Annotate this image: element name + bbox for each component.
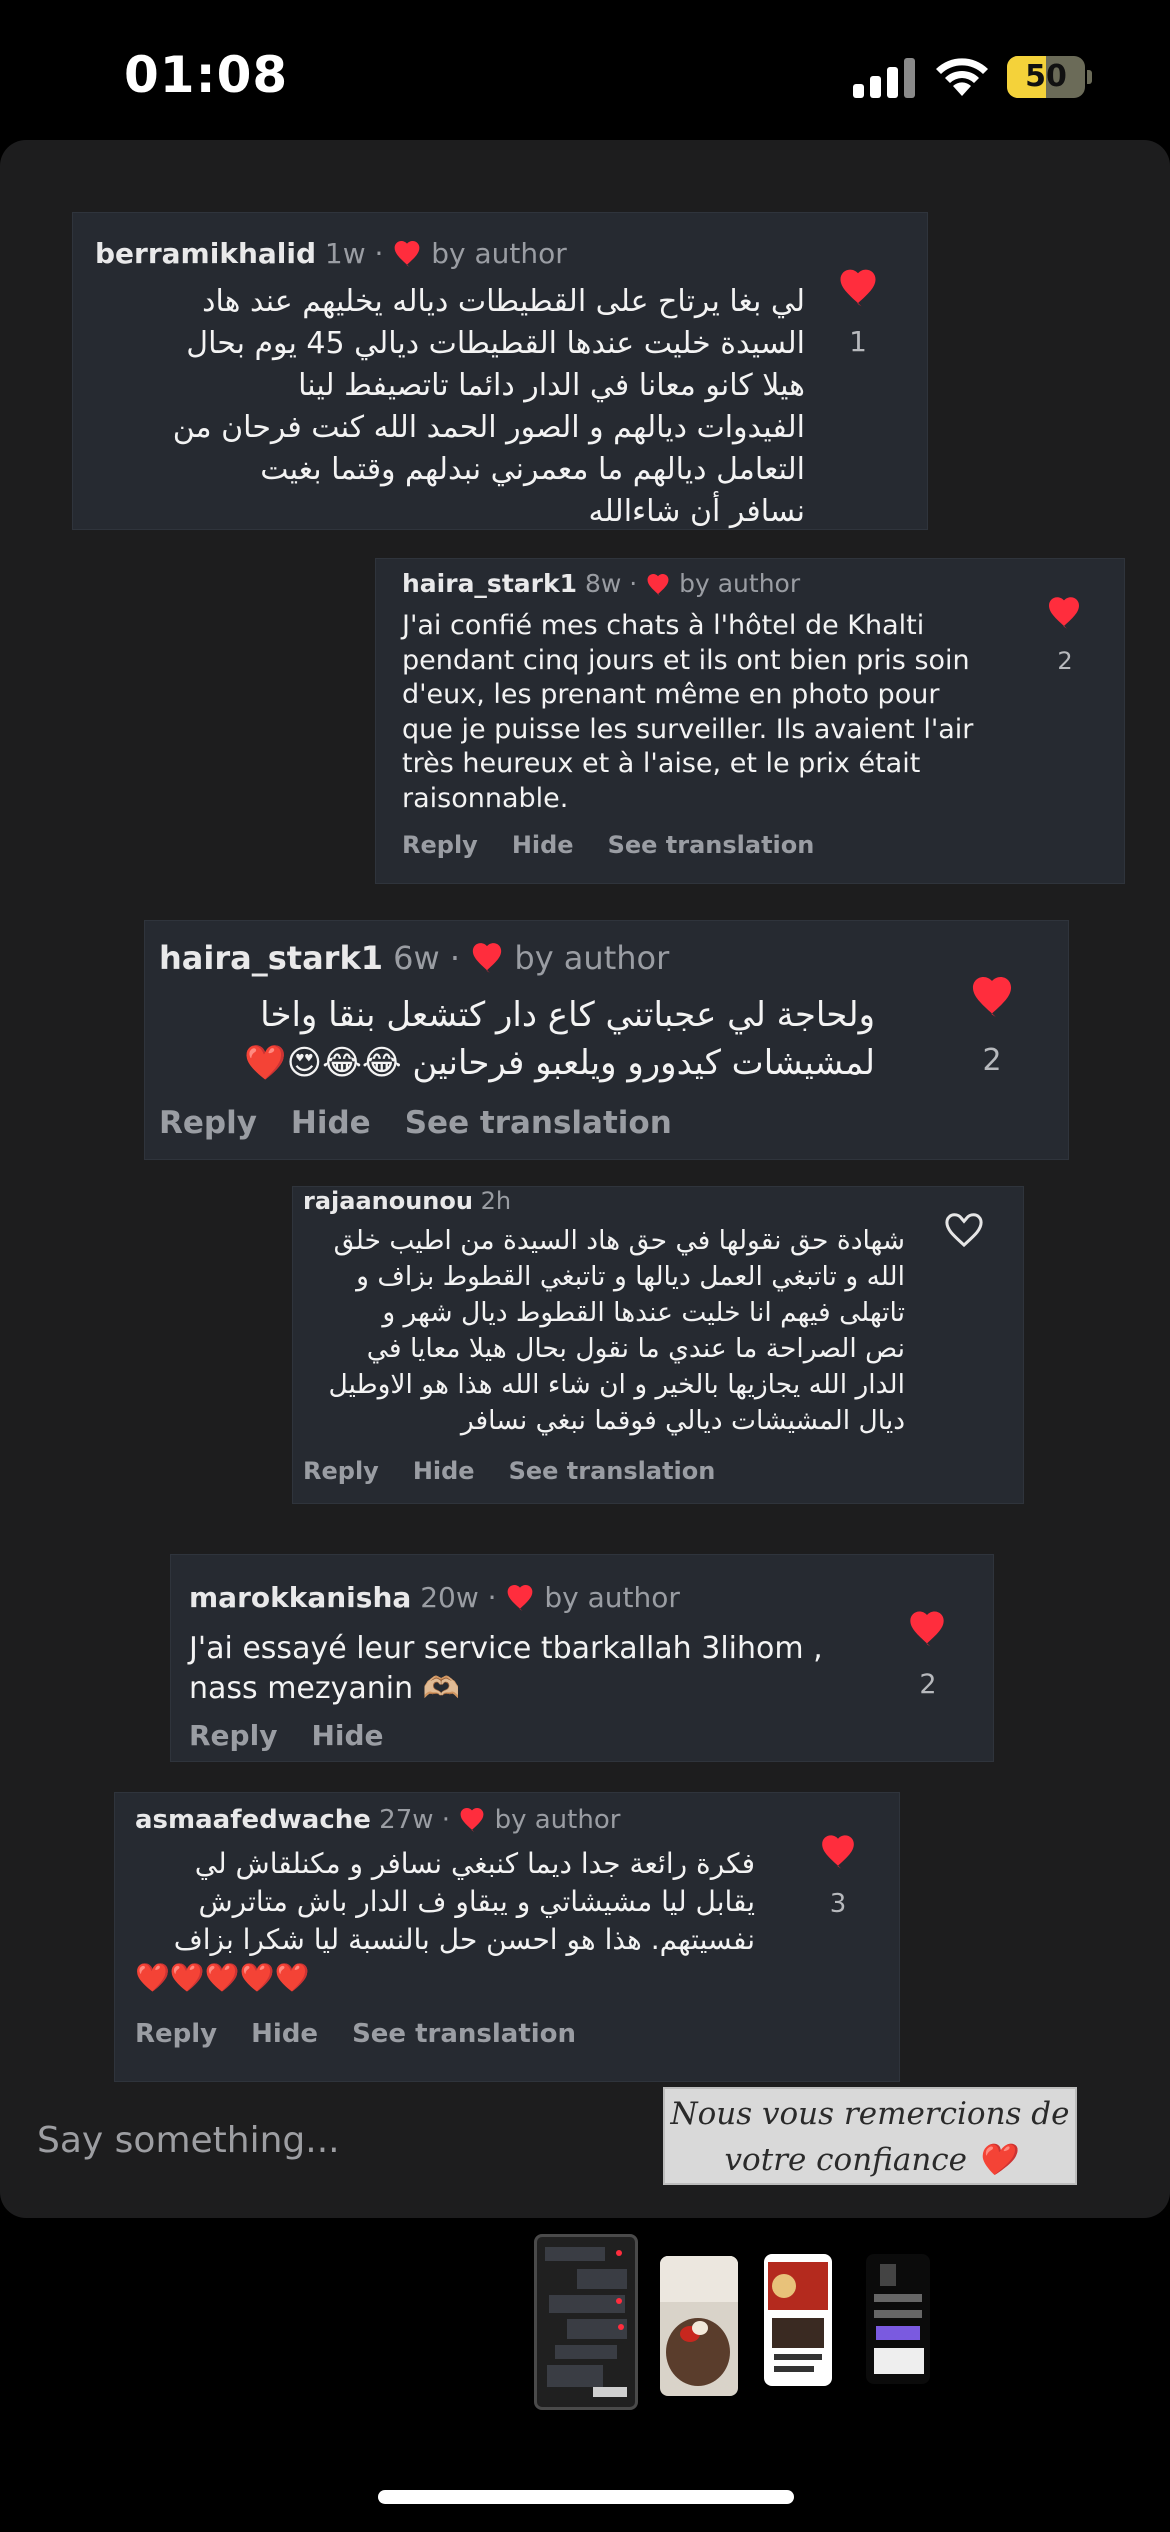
hide-button[interactable]: Hide	[311, 1719, 383, 1752]
like-heart-icon[interactable]	[907, 1611, 947, 1647]
comment-text: شهادة حق نقولها في حق هاد السيدة من اطيب…	[328, 1225, 905, 1436]
like-heart-icon[interactable]	[819, 1835, 857, 1869]
comment-actions: Reply Hide See translation	[303, 1457, 749, 1485]
home-indicator[interactable]	[378, 2490, 794, 2504]
comment-text: J'ai essayé leur service tbarkallah 3lih…	[189, 1631, 823, 1706]
like-count: 2	[1057, 647, 1073, 675]
author-heart-icon	[508, 1585, 533, 1611]
comment-time: 2h	[480, 1187, 512, 1215]
like-heart-outline-icon[interactable]	[945, 1213, 983, 1247]
hide-button[interactable]: Hide	[291, 1105, 371, 1141]
comment-time: 20w	[420, 1581, 479, 1614]
comment-header: asmaafedwache 27w · by author	[135, 1805, 621, 1835]
see-translation-button[interactable]: See translation	[352, 2019, 576, 2049]
like-count: 2	[919, 1669, 937, 1700]
hide-button[interactable]: Hide	[251, 2019, 318, 2049]
comment-text: J'ai confié mes chats à l'hôtel de Khalt…	[402, 610, 974, 814]
author-heart-icon	[394, 241, 420, 267]
reply-button[interactable]: Reply	[303, 1457, 379, 1485]
battery-icon: 50	[1007, 56, 1092, 98]
comment-text: لي بغا يرتاح على القطيطات دياله يخليهم ع…	[172, 284, 805, 529]
by-author-label: by author	[514, 939, 670, 977]
comment-text: ولحاجة لي عجباتني كاع دار كتشعل بنقا واخ…	[244, 995, 875, 1083]
like-heart-icon[interactable]	[969, 977, 1015, 1017]
comment-username[interactable]: haira_stark1	[402, 569, 577, 598]
comment-actions: Reply Hide See translation	[159, 1105, 706, 1141]
message-input[interactable]: Say something...	[37, 2120, 340, 2161]
like-heart-icon[interactable]	[1046, 597, 1082, 629]
see-translation-button[interactable]: See translation	[509, 1457, 716, 1485]
comment-text: فكرة رائعة جدا ديما كنبغي نسافر و مكنلقا…	[135, 1847, 755, 1994]
reply-button[interactable]: Reply	[159, 1105, 257, 1141]
reply-button[interactable]: Reply	[189, 1719, 277, 1752]
by-author-label: by author	[431, 237, 567, 270]
by-author-label: by author	[679, 569, 801, 598]
comment-actions: Reply Hide	[189, 1719, 418, 1752]
comment-header: haira_stark1 6w · by author	[159, 939, 670, 977]
comment-time: 1w	[324, 237, 366, 270]
hide-button[interactable]: Hide	[512, 831, 574, 859]
comment-card: berramikhalid 1w · by author لي بغا يرتا…	[72, 212, 928, 530]
comment-header: rajaanounou 2h	[303, 1187, 511, 1215]
comment-header: marokkanisha 20w · by author	[189, 1581, 680, 1614]
thumbnail-preview-icon	[660, 2256, 738, 2386]
author-heart-icon	[460, 1808, 484, 1832]
comment-actions: Reply Hide See translation	[135, 2019, 610, 2049]
comment-time: 6w	[393, 939, 440, 977]
status-bar: 01:08 50	[0, 0, 1170, 140]
thumbnail-preview-icon	[545, 2247, 627, 2397]
by-author-label: by author	[494, 1805, 621, 1835]
by-author-label: by author	[544, 1581, 680, 1614]
author-heart-icon	[473, 943, 502, 973]
comment-card: asmaafedwache 27w · by author فكرة رائعة…	[114, 1792, 900, 2082]
see-translation-button[interactable]: See translation	[405, 1105, 672, 1141]
comment-username[interactable]: asmaafedwache	[135, 1805, 371, 1835]
like-heart-icon[interactable]	[837, 269, 879, 307]
comment-card: rajaanounou 2h شهادة حق نقولها في حق هاد…	[292, 1186, 1024, 1504]
reply-button[interactable]: Reply	[135, 2019, 217, 2049]
comment-username[interactable]: rajaanounou	[303, 1187, 473, 1215]
hide-button[interactable]: Hide	[413, 1457, 475, 1485]
reply-button[interactable]: Reply	[402, 831, 478, 859]
battery-level: 50	[1025, 59, 1067, 94]
story-thumbnail[interactable]	[866, 2254, 930, 2384]
comment-card: haira_stark1 6w · by author ولحاجة لي عج…	[144, 920, 1069, 1160]
story-thumbnail[interactable]	[764, 2254, 832, 2386]
comment-actions: Reply Hide See translation	[402, 831, 848, 859]
status-time: 01:08	[124, 46, 289, 104]
cellular-signal-icon	[853, 58, 915, 98]
like-count: 1	[849, 325, 867, 358]
story-thumbnails	[0, 2232, 1170, 2412]
thank-you-sticker: Nous vous remercions de votre confiance …	[663, 2087, 1077, 2185]
see-translation-button[interactable]: See translation	[608, 831, 815, 859]
comment-username[interactable]: marokkanisha	[189, 1581, 411, 1614]
comment-username[interactable]: haira_stark1	[159, 939, 383, 977]
author-heart-icon	[647, 574, 669, 596]
story-thumbnail[interactable]	[660, 2256, 738, 2396]
thumbnail-preview-icon	[768, 2262, 828, 2372]
comment-time: 27w	[379, 1805, 434, 1835]
like-count: 3	[829, 1889, 847, 1919]
story-thumbnail[interactable]	[534, 2234, 638, 2410]
like-count: 2	[982, 1043, 1002, 1078]
comment-header: haira_stark1 8w · by author	[402, 569, 801, 598]
comment-header: berramikhalid 1w · by author	[95, 237, 567, 270]
thumbnail-preview-icon	[874, 2264, 924, 2374]
comment-username[interactable]: berramikhalid	[95, 237, 316, 270]
comment-time: 8w	[584, 569, 622, 598]
comment-card: haira_stark1 8w · by author J'ai confié …	[375, 558, 1125, 884]
wifi-icon	[936, 58, 988, 96]
comment-card: marokkanisha 20w · by author J'ai essayé…	[170, 1554, 994, 1762]
